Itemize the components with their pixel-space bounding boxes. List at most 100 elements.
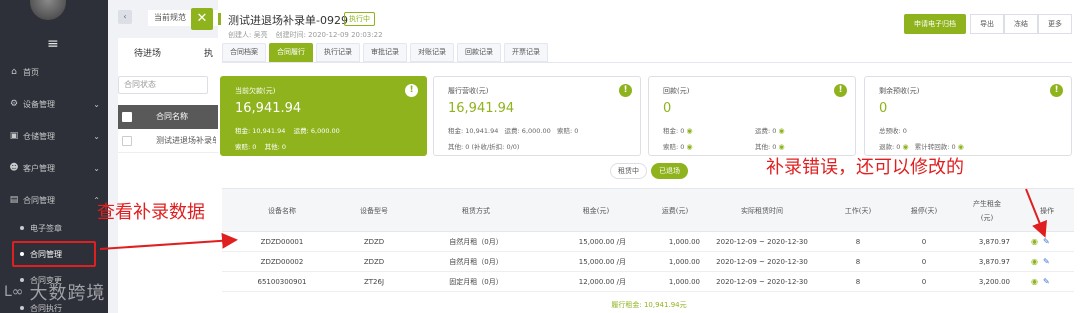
home-icon: ⌂	[11, 67, 17, 77]
more-button[interactable]: 更多	[1038, 14, 1072, 34]
card-detail-row: 租金: 10,941.94 运费: 6,000.00	[235, 127, 340, 135]
cell-work-days: 8	[855, 278, 861, 286]
view-icon[interactable]: ◉	[1031, 272, 1038, 292]
view-icon[interactable]: ◉	[1031, 252, 1038, 272]
freeze-button[interactable]: 冻结	[1004, 14, 1038, 34]
tab-executing[interactable]: 执	[204, 46, 213, 59]
tab-execution-log[interactable]: 执行记录	[316, 43, 360, 62]
cell-name: ZDZD00001	[260, 238, 304, 246]
table-row[interactable]: ZDZD00001 ZDZD 自然月租（0月） 15,000.00 /月 1,0…	[222, 232, 1074, 252]
tab-divider	[222, 62, 1072, 63]
back-icon[interactable]: ‹	[118, 10, 132, 24]
tab-archive[interactable]: 合同档案	[222, 43, 266, 62]
card-title: 当前欠款(元)	[235, 87, 276, 95]
eye-icon[interactable]: ◉	[958, 143, 964, 151]
column-header: 运费(元)	[661, 207, 689, 215]
column-header: 设备名称	[268, 207, 296, 215]
sidebar-subitem-label: 电子签章	[30, 223, 62, 233]
eye-icon[interactable]: ◉	[686, 143, 692, 151]
cell-model: ZDZD	[363, 258, 385, 266]
column-header: 合同名称	[156, 112, 188, 121]
arrears-card: 当前欠款(元) ! 16,941.94 租金: 10,941.94 运费: 6,…	[220, 76, 427, 156]
edit-icon[interactable]: ✎	[1043, 252, 1050, 272]
apply-archive-button[interactable]: 申请电子归档	[904, 14, 966, 34]
warning-icon: !	[405, 84, 418, 97]
card-value: 0	[879, 101, 888, 116]
edit-icon[interactable]: ✎	[1043, 272, 1050, 292]
toggle-exited[interactable]: 已退场	[651, 163, 688, 179]
cell-rent: 12,000.00 /月	[578, 278, 626, 286]
avatar[interactable]	[30, 0, 66, 20]
cell-work-days: 8	[855, 238, 861, 246]
tab-performance[interactable]: 合同履行	[269, 43, 313, 62]
warning-icon: !	[1050, 84, 1063, 97]
card-detail-row: 租金: 0 ◉	[663, 127, 693, 135]
contract-icon: ▤	[9, 195, 19, 205]
view-icon[interactable]: ◉	[1031, 232, 1038, 252]
close-button[interactable]: ✕	[191, 8, 213, 30]
cell-rent: 15,000.00 /月	[578, 258, 626, 266]
cell-freight: 1,000.00	[668, 278, 700, 286]
card-detail-row: 退款: 0 ◉ 累计转回款: 0 ◉	[879, 143, 964, 151]
card-value: 16,941.94	[235, 101, 302, 116]
cell-mode: 固定月租（0月）	[449, 278, 503, 286]
column-header: 实际租赁时间	[741, 207, 783, 215]
warning-icon: !	[619, 84, 632, 97]
status-badge: 执行中	[344, 12, 375, 26]
column-header: 报停(天)	[910, 207, 938, 215]
cell-amount: 3,870.97	[978, 258, 1010, 266]
warning-icon: !	[834, 84, 847, 97]
eye-icon[interactable]: ◉	[778, 127, 784, 135]
tab-invoice-log[interactable]: 开票记录	[504, 43, 548, 62]
eye-icon[interactable]: ◉	[902, 143, 908, 151]
sidebar-item-label: 合同管理	[23, 195, 55, 205]
sidebar-subitem-e-signature[interactable]: 电子签章	[0, 218, 108, 238]
card-value: 16,941.94	[448, 101, 515, 116]
cell-work-days: 8	[855, 258, 861, 266]
table-row[interactable]: 65100300901 ZT26J 固定月租（0月） 12,000.00 /月 …	[222, 272, 1074, 292]
logo-mark-icon: ᒪ∞	[4, 284, 24, 300]
header-actions: 申请电子归档 导出 冻结 更多	[904, 14, 1072, 34]
cell-model: ZDZD	[363, 238, 385, 246]
sidebar-item-customer[interactable]: ☻ 客户管理 ⌄	[0, 154, 108, 182]
eye-icon[interactable]: ◉	[778, 143, 784, 151]
tab-payment-log[interactable]: 回款记录	[457, 43, 501, 62]
sidebar-item-contract[interactable]: ▤ 合同管理 ⌃	[0, 186, 108, 214]
cell-stop-days: 0	[921, 238, 927, 246]
select-all-checkbox[interactable]	[122, 112, 132, 122]
page-title: 测试进退场补录单-0929	[228, 14, 348, 27]
eye-icon[interactable]: ◉	[686, 127, 692, 135]
edit-icon[interactable]: ✎	[1043, 232, 1050, 252]
cell-name: 65100300901	[257, 278, 307, 286]
payment-card: 回款(元) ! 0 租金: 0 ◉ 运费: 0 ◉ 索赔: 0 ◉ 其他: 0 …	[648, 76, 856, 156]
cell-stop-days: 0	[921, 258, 927, 266]
cell-mode: 自然月租（0月）	[449, 238, 503, 246]
sidebar-item-home[interactable]: ⌂ 首页	[0, 58, 108, 86]
menu-toggle-icon[interactable]: ≡	[47, 36, 59, 52]
contract-status-select[interactable]: 合同状态	[118, 76, 208, 94]
export-button[interactable]: 导出	[970, 14, 1004, 34]
creator-text: 创建人: 吴亮	[228, 31, 268, 39]
background-page: ‹ 当前规范 待进场 执 合同状态 合同名称 测试进退场补录单	[108, 0, 218, 313]
customer-icon: ☻	[9, 163, 19, 173]
row-checkbox[interactable]	[122, 136, 132, 146]
card-title: 回款(元)	[663, 87, 690, 95]
annotation-view-data: 查看补录数据	[97, 202, 205, 223]
created-time-text: 创建时间: 2020-12-09 20:03:22	[275, 31, 383, 39]
sidebar-item-warehouse[interactable]: ▣ 仓储管理 ⌄	[0, 122, 108, 150]
tab-bar: 合同档案 合同履行 执行记录 审批记录 对账记录 回款记录 开票记录	[222, 43, 548, 62]
tab-reconcile-log[interactable]: 对账记录	[410, 43, 454, 62]
toggle-leasing[interactable]: 租赁中	[610, 163, 647, 179]
card-detail-row: 索赔: 0 ◉	[663, 143, 693, 151]
annotation-editable: 补录错误，还可以修改的	[766, 157, 964, 178]
tab-approval-log[interactable]: 审批记录	[363, 43, 407, 62]
card-detail-row: 索赔: 0 其他: 0	[235, 143, 287, 151]
sidebar-item-equipment[interactable]: ⚙ 设备管理 ⌄	[0, 90, 108, 118]
tab-pending-entry[interactable]: 待进场	[134, 46, 161, 59]
cell-name: ZDZD00002	[260, 258, 304, 266]
receivable-card: 履行营收(元) ! 16,941.94 租金: 10,941.94 运费: 6,…	[433, 76, 641, 156]
cell-amount: 3,870.97	[978, 238, 1010, 246]
column-header: 租金(元)	[582, 207, 610, 215]
cell-rent: 15,000.00 /月	[578, 238, 626, 246]
table-row[interactable]: ZDZD00002 ZDZD 自然月租（0月） 15,000.00 /月 1,0…	[222, 252, 1074, 272]
